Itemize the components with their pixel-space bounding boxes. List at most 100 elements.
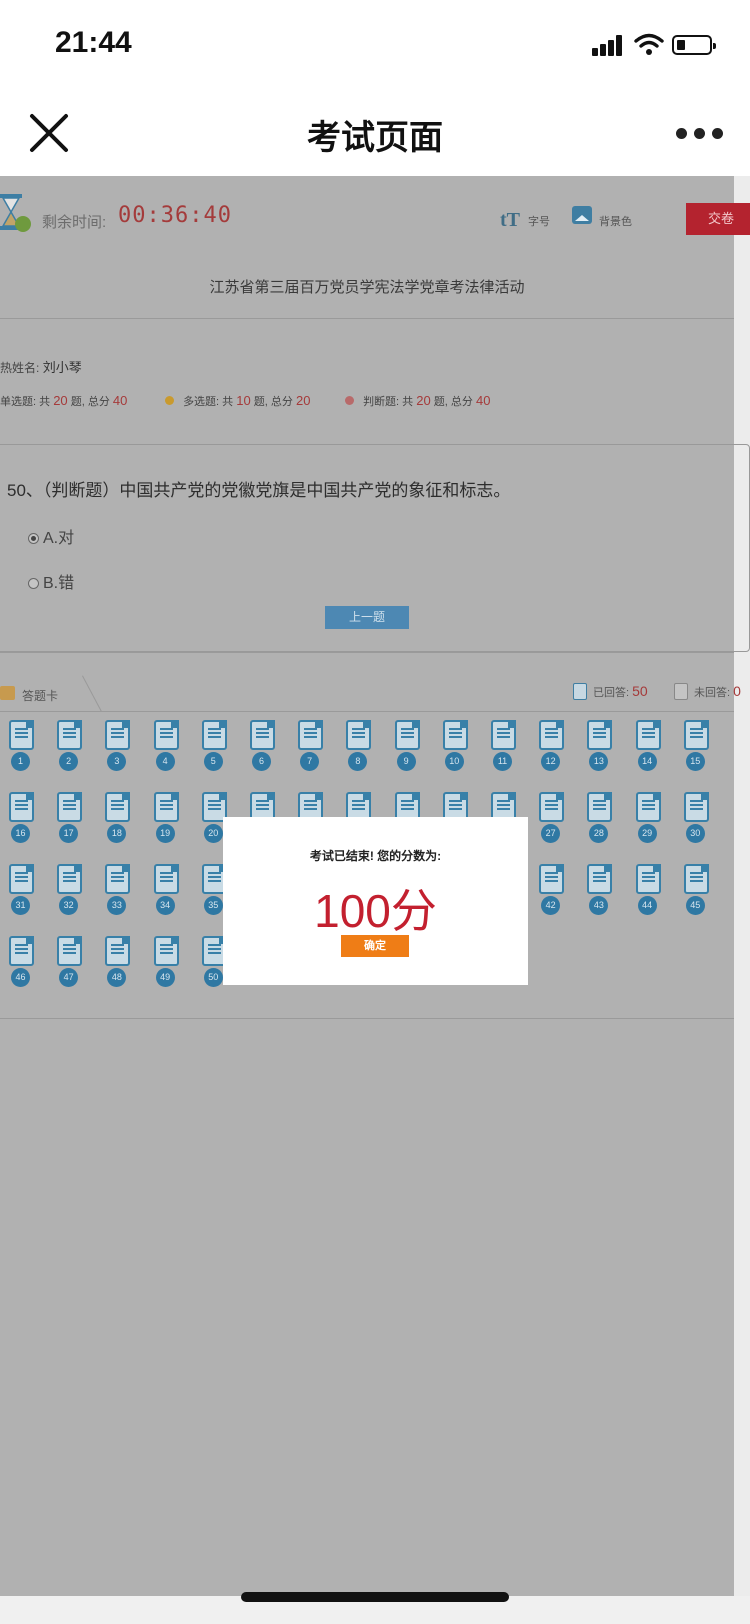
result-message: 考试已结束! 您的分数为:	[309, 849, 442, 863]
answer-card-item[interactable]: 13	[586, 720, 626, 784]
answer-card-item[interactable]: 47	[56, 936, 96, 1000]
question-number: 3	[107, 752, 127, 771]
answer-card-item[interactable]: 42	[538, 864, 578, 928]
answer-card-item[interactable]: 28	[586, 792, 626, 856]
answer-card-item[interactable]: 33	[104, 864, 144, 928]
document-icon	[635, 792, 661, 822]
answer-card-item[interactable]: 30	[683, 792, 723, 856]
answer-card-tab[interactable]: 答题卡	[0, 675, 102, 712]
document-icon	[9, 720, 34, 750]
document-icon	[539, 792, 565, 822]
question-number: 50	[203, 968, 223, 987]
document-icon	[57, 936, 83, 966]
document-icon	[9, 936, 34, 966]
background-color-button[interactable]: 背景色	[572, 206, 652, 230]
answer-card-item[interactable]: 10	[442, 720, 482, 784]
question-stats: 单选题: 共 20 题, 总分 40 多选题: 共 10 题, 总分 20 判断…	[0, 393, 734, 413]
answer-card-item[interactable]: 9	[394, 720, 434, 784]
option-b-label: B.错	[43, 575, 75, 592]
answer-card-item[interactable]: 17	[56, 792, 96, 856]
confirm-button[interactable]: 确定	[341, 935, 409, 957]
timer-value: 00:36:40	[118, 203, 232, 228]
document-icon	[683, 792, 709, 822]
question-number: 33	[107, 896, 127, 915]
answer-card-item[interactable]: 3	[104, 720, 144, 784]
battery-icon	[672, 35, 716, 55]
answer-card-item[interactable]: 34	[153, 864, 193, 928]
answer-card-item[interactable]: 15	[683, 720, 723, 784]
font-size-label: 字号	[528, 216, 550, 228]
background-color-label: 背景色	[599, 216, 632, 228]
answer-card-item[interactable]: 49	[153, 936, 193, 1000]
question-number: 4	[155, 752, 175, 771]
answer-card-item[interactable]: 45	[683, 864, 723, 928]
radio-icon[interactable]	[28, 578, 39, 589]
status-time: 21:44	[55, 26, 132, 59]
document-icon	[587, 864, 613, 894]
font-size-button[interactable]: tT 字号	[500, 209, 560, 231]
option-b[interactable]: B.错	[28, 569, 74, 593]
document-icon	[153, 720, 179, 750]
answer-card-item[interactable]: 48	[104, 936, 144, 1000]
question-number: 6	[252, 752, 271, 771]
document-icon	[491, 720, 516, 750]
question-number: 49	[155, 968, 175, 987]
signal-icon	[592, 34, 626, 56]
answer-card-item[interactable]: 5	[201, 720, 241, 784]
answer-card-item[interactable]: 1	[8, 720, 48, 784]
question-number: 30	[685, 824, 705, 843]
answer-card-item[interactable]: 19	[153, 792, 193, 856]
document-icon	[250, 720, 275, 750]
answer-card-item[interactable]: 11	[490, 720, 530, 784]
question-number: 9	[396, 752, 416, 771]
question-number: 34	[155, 896, 175, 915]
document-icon	[539, 720, 565, 750]
answer-card-item[interactable]: 32	[56, 864, 96, 928]
home-indicator[interactable]	[241, 1592, 509, 1602]
answer-card-item[interactable]: 12	[538, 720, 578, 784]
folder-icon	[0, 686, 15, 700]
document-icon	[635, 720, 661, 750]
answer-card-item[interactable]: 18	[104, 792, 144, 856]
divider	[0, 652, 734, 653]
answer-card-item[interactable]: 16	[8, 792, 48, 856]
answer-card-item[interactable]: 7	[297, 720, 337, 784]
name-value: 刘小琴	[42, 360, 82, 375]
document-icon	[57, 792, 83, 822]
question-number: 14	[637, 752, 657, 771]
answer-card-item[interactable]: 44	[635, 864, 675, 928]
question-number: 42	[541, 896, 561, 915]
answer-card-item[interactable]: 6	[249, 720, 289, 784]
question-number: 35	[203, 896, 223, 915]
document-icon	[153, 864, 179, 894]
answer-card-item[interactable]: 14	[635, 720, 675, 784]
question-number: 48	[107, 968, 127, 987]
document-icon	[539, 864, 565, 894]
divider	[0, 318, 734, 319]
answer-card-label: 答题卡	[22, 689, 59, 703]
divider	[0, 711, 734, 712]
hourglass-icon	[0, 194, 31, 232]
submit-exam-button[interactable]: 交卷	[686, 203, 750, 235]
radio-selected-icon[interactable]	[28, 533, 39, 544]
answer-card-item[interactable]: 31	[8, 864, 48, 928]
question-number: 44	[637, 896, 657, 915]
question-number: 28	[589, 824, 609, 843]
answer-card-item[interactable]: 46	[8, 936, 48, 1000]
answer-card-item[interactable]: 29	[635, 792, 675, 856]
exam-toolbar: 剩余时间: 00:36:40 tT 字号 背景色 交卷	[0, 176, 750, 262]
font-size-icon: tT	[500, 209, 520, 231]
true-false-stat: 判断题: 共 20 题, 总分 40	[345, 393, 490, 409]
question-number: 18	[107, 824, 127, 843]
multi-choice-stat: 多选题: 共 10 题, 总分 20	[165, 393, 310, 409]
option-a[interactable]: A.对	[28, 524, 74, 548]
answer-card-item[interactable]: 4	[153, 720, 193, 784]
answer-card-item[interactable]: 43	[586, 864, 626, 928]
answer-card-item[interactable]: 2	[56, 720, 96, 784]
previous-question-button[interactable]: 上一题	[325, 606, 409, 629]
answered-doc-icon	[573, 683, 587, 700]
question-number: 45	[685, 896, 705, 915]
more-icon[interactable]	[676, 128, 724, 140]
answer-card-item[interactable]: 8	[345, 720, 385, 784]
answer-card-item[interactable]: 27	[538, 792, 578, 856]
